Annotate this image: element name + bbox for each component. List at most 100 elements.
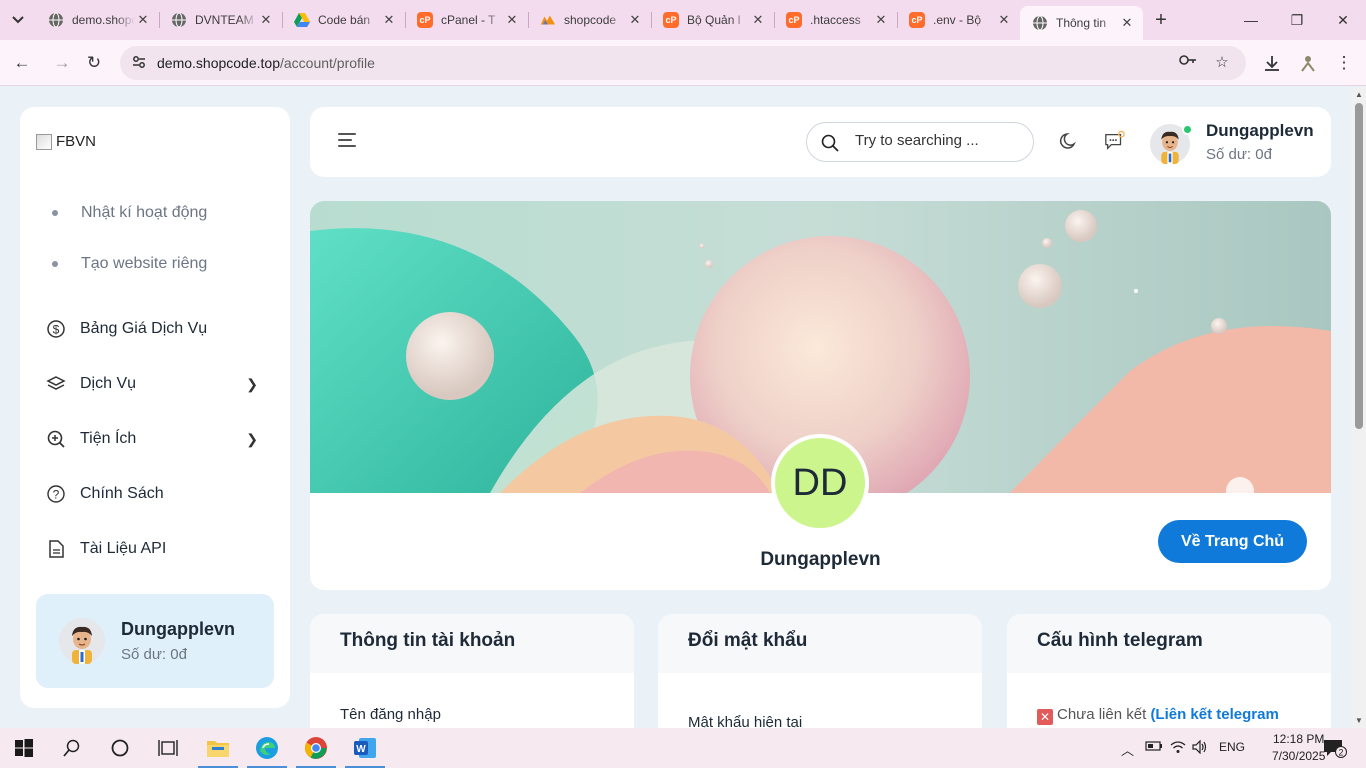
battery-icon[interactable] [1145, 740, 1163, 755]
sidebar-item-services[interactable]: Dịch Vụ ❯ [46, 374, 266, 394]
tab-close-icon[interactable]: ✕ [504, 12, 520, 28]
tab-title: Code bán [318, 13, 371, 27]
svg-text:$: $ [53, 323, 60, 337]
card-title: Cấu hình telegram [1007, 614, 1331, 673]
tab-search-button[interactable] [0, 0, 36, 40]
system-clock[interactable]: 12:18 PM 7/30/2025 [1272, 731, 1325, 765]
google-drive-icon [294, 12, 310, 28]
browser-tab[interactable]: cP Bộ Quản l ✕ [651, 0, 774, 40]
broken-image-icon [36, 133, 52, 150]
chevron-right-icon: ❯ [246, 375, 258, 392]
maximize-icon[interactable]: ❐ [1274, 0, 1320, 40]
site-logo[interactable]: FBVN [36, 133, 96, 150]
search-box[interactable] [806, 122, 1034, 162]
new-tab-button[interactable]: + [1143, 0, 1179, 40]
password-key-icon[interactable] [1178, 53, 1198, 73]
file-explorer-icon[interactable] [194, 728, 242, 768]
sidebar-item-utilities[interactable]: Tiện Ích ❯ [46, 429, 266, 449]
back-to-home-button[interactable]: Về Trang Chủ [1158, 520, 1307, 563]
back-arrow-icon[interactable]: ← [10, 51, 34, 75]
page-scrollbar[interactable]: ▲ ▼ [1352, 87, 1366, 728]
sidebar-item-label: Tài Liệu API [80, 540, 167, 557]
url-host: demo.shopcode.top [157, 55, 280, 71]
windows-start-icon[interactable] [0, 728, 48, 768]
tab-close-icon[interactable]: ✕ [627, 12, 643, 28]
telegram-config-card: Cấu hình telegram ✕ Chưa liên kết (Liên k… [1007, 614, 1331, 728]
minimize-icon[interactable]: — [1228, 0, 1274, 40]
tab-strip: demo.shopcode.top ✕ DVNTEAM ✕ Code bán ✕… [0, 0, 1366, 40]
sidebar-subitem-activity-log[interactable]: Nhật kí hoạt động [52, 204, 207, 222]
tab-close-icon[interactable]: ✕ [135, 12, 151, 28]
sidebar-item-label: Tiện Ích [80, 430, 137, 447]
volume-icon[interactable] [1192, 739, 1208, 757]
top-header: Dungapplevn Số dư: 0đ [310, 107, 1331, 177]
link-telegram-link[interactable]: (Liên kết telegram [1150, 706, 1278, 723]
browser-tab[interactable]: cP .htaccess ✕ [774, 0, 897, 40]
browser-tab[interactable]: shopcode ✕ [528, 0, 651, 40]
header-user-name[interactable]: Dungapplevn [1206, 121, 1314, 141]
clock-time: 12:18 PM [1273, 732, 1325, 746]
tab-close-icon[interactable]: ✕ [750, 12, 766, 28]
task-view-icon[interactable] [144, 728, 192, 768]
tab-close-icon[interactable]: ✕ [1119, 15, 1135, 31]
browser-tab[interactable]: demo.shopcode.top ✕ [36, 0, 159, 40]
logo-alt-text: FBVN [56, 133, 97, 150]
menu-toggle-icon[interactable] [338, 133, 358, 149]
close-window-icon[interactable]: ✕ [1320, 0, 1366, 40]
cortana-circle-icon[interactable] [96, 728, 144, 768]
cpanel-icon: cP [663, 12, 679, 28]
more-menu-icon[interactable]: ⋮ [1332, 51, 1356, 75]
sidebar-user-name: Dungapplevn [121, 619, 236, 639]
browser-tab[interactable]: DVNTEAM ✕ [159, 0, 282, 40]
browser-tab[interactable]: cP cPanel - T ✕ [405, 0, 528, 40]
sidebar-subitem-create-website[interactable]: Tạo website riêng [52, 255, 207, 273]
scroll-down-icon[interactable]: ▼ [1355, 716, 1363, 725]
site-info-icon[interactable] [130, 54, 148, 72]
sidebar-item-policy[interactable]: ? Chính Sách [46, 484, 266, 504]
wifi-icon[interactable] [1170, 740, 1186, 757]
dark-mode-moon-icon[interactable] [1058, 130, 1080, 152]
chat-message-icon[interactable] [1104, 130, 1126, 152]
input-language[interactable]: ENG [1219, 740, 1245, 754]
edge-browser-icon[interactable] [243, 728, 291, 768]
card-title: Đổi mật khẩu [658, 614, 982, 673]
sidebar-subitem-label: Nhật kí hoạt động [81, 204, 208, 221]
avatar [59, 618, 105, 664]
tab-close-icon[interactable]: ✕ [381, 12, 397, 28]
browser-toolbar: ← → ↻ demo.shopcode.top/account/profile … [0, 40, 1366, 86]
download-icon[interactable] [1260, 51, 1284, 75]
extension-icon[interactable] [1296, 51, 1320, 75]
tab-close-icon[interactable]: ✕ [258, 12, 274, 28]
forward-arrow-icon[interactable]: → [50, 51, 74, 75]
scrollbar-thumb[interactable] [1355, 103, 1363, 429]
browser-tab[interactable]: Code bán ✕ [282, 0, 405, 40]
browser-tab-active[interactable]: Thông tin ✕ [1020, 6, 1143, 40]
sidebar-user-card[interactable]: Dungapplevn Số dư: 0đ [36, 594, 274, 688]
tab-title: Thông tin [1056, 16, 1107, 30]
cross-mark-icon: ✕ [1037, 709, 1053, 725]
tray-overflow-chevron-icon[interactable]: ︿ [1121, 740, 1134, 759]
account-info-card: Thông tin tài khoản Tên đăng nhập [310, 614, 634, 728]
word-app-icon[interactable]: W [341, 728, 389, 768]
sidebar-item-pricing[interactable]: $ Bảng Giá Dịch Vụ [46, 319, 266, 339]
scroll-up-icon[interactable]: ▲ [1355, 90, 1363, 99]
tab-close-icon[interactable]: ✕ [873, 12, 889, 28]
notification-center-icon[interactable]: 2 [1323, 738, 1347, 761]
chevron-right-icon: ❯ [246, 430, 258, 447]
tab-close-icon[interactable]: ✕ [996, 12, 1012, 28]
address-bar[interactable]: demo.shopcode.top/account/profile ☆ [120, 46, 1246, 80]
sidebar-user-balance: Số dư: 0đ [121, 646, 187, 663]
bookmark-star-icon[interactable]: ☆ [1212, 53, 1232, 73]
svg-text:W: W [356, 744, 366, 755]
chrome-browser-icon[interactable] [292, 728, 340, 768]
card-title: Thông tin tài khoản [310, 614, 634, 673]
globe-icon [48, 12, 64, 28]
sidebar-item-label: Chính Sách [80, 485, 164, 502]
cpanel-icon: cP [786, 12, 802, 28]
reload-icon[interactable]: ↻ [82, 51, 106, 75]
bullet-icon [52, 210, 58, 216]
browser-tab[interactable]: cP .env - Bộ ✕ [897, 0, 1020, 40]
search-input[interactable] [855, 132, 1025, 149]
sidebar-item-api-docs[interactable]: Tài Liệu API [46, 539, 266, 559]
taskbar-search-icon[interactable] [48, 728, 96, 768]
